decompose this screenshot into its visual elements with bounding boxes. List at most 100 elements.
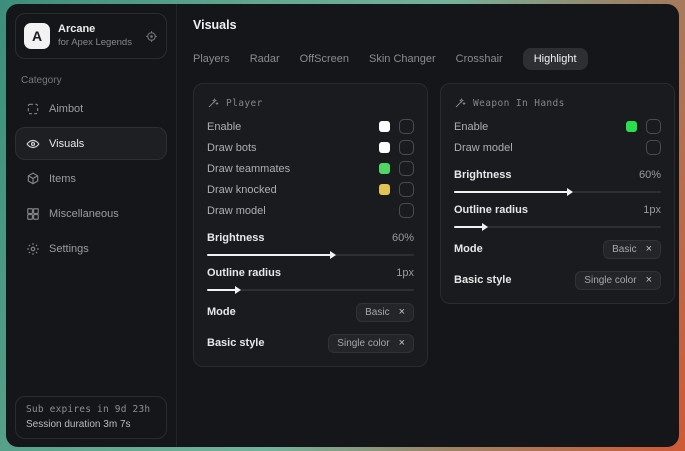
tab-offscreen[interactable]: OffScreen bbox=[300, 48, 349, 70]
tab-bar: Players Radar OffScreen Skin Changer Cro… bbox=[193, 48, 675, 70]
sidebar: A Arcane for Apex Legends Category Aimbo… bbox=[6, 4, 176, 447]
tag-value: Basic bbox=[365, 307, 389, 318]
checkbox-row: Draw model bbox=[207, 200, 414, 221]
slider-value: 1px bbox=[643, 204, 661, 216]
sidebar-nav: Aimbot Visuals Items Miscellaneous bbox=[15, 92, 167, 265]
checkbox[interactable] bbox=[646, 119, 661, 134]
slider-thumb[interactable] bbox=[567, 188, 573, 196]
main-content: Visuals Players Radar OffScreen Skin Cha… bbox=[176, 4, 679, 447]
close-icon[interactable]: × bbox=[646, 275, 652, 286]
sidebar-item-settings[interactable]: Settings bbox=[15, 232, 167, 265]
slider-value: 60% bbox=[639, 169, 661, 181]
close-icon[interactable]: × bbox=[646, 244, 652, 255]
row-label: Draw model bbox=[207, 205, 399, 217]
color-swatch[interactable] bbox=[379, 163, 390, 174]
slider-track[interactable] bbox=[207, 289, 414, 291]
panels-row: Player Enable Draw bots Draw teammates bbox=[193, 83, 675, 367]
checkbox-row: Draw knocked bbox=[207, 179, 414, 200]
slider-value: 1px bbox=[396, 267, 414, 279]
sidebar-item-label: Items bbox=[49, 173, 76, 185]
checkbox[interactable] bbox=[399, 182, 414, 197]
eye-icon bbox=[26, 137, 40, 151]
slider-track[interactable] bbox=[207, 254, 414, 256]
checkbox-row: Enable bbox=[207, 116, 414, 137]
tab-crosshair[interactable]: Crosshair bbox=[456, 48, 503, 70]
basic-style-row: Basic style Single color × bbox=[454, 270, 661, 290]
basic-style-tag[interactable]: Single color × bbox=[575, 271, 661, 290]
session-duration-text: Session duration 3m 7s bbox=[26, 419, 156, 430]
gear-icon bbox=[26, 242, 40, 256]
player-panel-header: Player bbox=[207, 97, 414, 109]
panel-title: Weapon In Hands bbox=[473, 98, 565, 109]
sidebar-item-miscellaneous[interactable]: Miscellaneous bbox=[15, 197, 167, 230]
color-swatch[interactable] bbox=[379, 121, 390, 132]
slider-thumb[interactable] bbox=[330, 251, 336, 259]
basic-style-row: Basic style Single color × bbox=[207, 333, 414, 353]
basic-style-tag[interactable]: Single color × bbox=[328, 334, 414, 353]
slider-label: Brightness bbox=[454, 169, 639, 181]
row-label: Mode bbox=[207, 306, 356, 318]
tab-skin-changer[interactable]: Skin Changer bbox=[369, 48, 436, 70]
app-header-card: A Arcane for Apex Legends bbox=[15, 13, 167, 59]
close-icon[interactable]: × bbox=[399, 338, 405, 349]
subscription-card: Sub expires in 9d 23h Session duration 3… bbox=[15, 396, 167, 439]
tag-value: Single color bbox=[337, 338, 389, 349]
tab-highlight[interactable]: Highlight bbox=[523, 48, 588, 70]
row-label: Draw teammates bbox=[207, 163, 379, 175]
slider-thumb[interactable] bbox=[482, 223, 488, 231]
app-window: A Arcane for Apex Legends Category Aimbo… bbox=[6, 4, 679, 447]
tab-radar[interactable]: Radar bbox=[250, 48, 280, 70]
player-panel: Player Enable Draw bots Draw teammates bbox=[193, 83, 428, 367]
sidebar-item-items[interactable]: Items bbox=[15, 162, 167, 195]
wand-icon bbox=[207, 97, 219, 109]
mode-row: Mode Basic × bbox=[207, 302, 414, 322]
grid-icon bbox=[26, 207, 40, 221]
weapon-in-hands-panel: Weapon In Hands Enable Draw model Bright… bbox=[440, 83, 675, 304]
slider-track[interactable] bbox=[454, 191, 661, 193]
tag-value: Single color bbox=[584, 275, 636, 286]
sidebar-item-visuals[interactable]: Visuals bbox=[15, 127, 167, 160]
app-logo: A bbox=[24, 23, 50, 49]
row-label: Draw model bbox=[454, 142, 646, 154]
slider-thumb[interactable] bbox=[235, 286, 241, 294]
brightness-slider-group: Brightness 60% bbox=[207, 229, 414, 256]
app-name: Arcane bbox=[58, 23, 137, 37]
close-icon[interactable]: × bbox=[399, 307, 405, 318]
checkbox[interactable] bbox=[399, 119, 414, 134]
page-title: Visuals bbox=[193, 18, 675, 32]
sidebar-item-label: Settings bbox=[49, 243, 89, 255]
row-label: Mode bbox=[454, 243, 603, 255]
slider-value: 60% bbox=[392, 232, 414, 244]
slider-track[interactable] bbox=[454, 226, 661, 228]
checkbox[interactable] bbox=[399, 140, 414, 155]
mode-tag[interactable]: Basic × bbox=[356, 303, 414, 322]
panel-title: Player bbox=[226, 98, 263, 109]
color-swatch[interactable] bbox=[379, 184, 390, 195]
outline-radius-slider-group: Outline radius 1px bbox=[454, 201, 661, 228]
checkbox-row: Draw model bbox=[454, 137, 661, 158]
sidebar-item-label: Miscellaneous bbox=[49, 208, 119, 220]
row-label: Basic style bbox=[207, 337, 328, 349]
weapon-panel-header: Weapon In Hands bbox=[454, 97, 661, 109]
mode-tag[interactable]: Basic × bbox=[603, 240, 661, 259]
mode-row: Mode Basic × bbox=[454, 239, 661, 259]
checkbox[interactable] bbox=[646, 140, 661, 155]
color-swatch[interactable] bbox=[379, 142, 390, 153]
brightness-slider-group: Brightness 60% bbox=[454, 166, 661, 193]
sidebar-item-label: Visuals bbox=[49, 138, 84, 150]
tab-players[interactable]: Players bbox=[193, 48, 230, 70]
app-subtitle: for Apex Legends bbox=[58, 37, 137, 49]
color-swatch[interactable] bbox=[626, 121, 637, 132]
checkbox[interactable] bbox=[399, 161, 414, 176]
outline-radius-slider-group: Outline radius 1px bbox=[207, 264, 414, 291]
checkbox[interactable] bbox=[399, 203, 414, 218]
sidebar-item-aimbot[interactable]: Aimbot bbox=[15, 92, 167, 125]
target-icon[interactable] bbox=[145, 30, 158, 43]
row-label: Draw bots bbox=[207, 142, 379, 154]
slider-label: Outline radius bbox=[454, 204, 643, 216]
box-icon bbox=[26, 172, 40, 186]
category-label: Category bbox=[21, 75, 167, 86]
row-label: Draw knocked bbox=[207, 184, 379, 196]
checkbox-row: Enable bbox=[454, 116, 661, 137]
wand-icon bbox=[454, 97, 466, 109]
